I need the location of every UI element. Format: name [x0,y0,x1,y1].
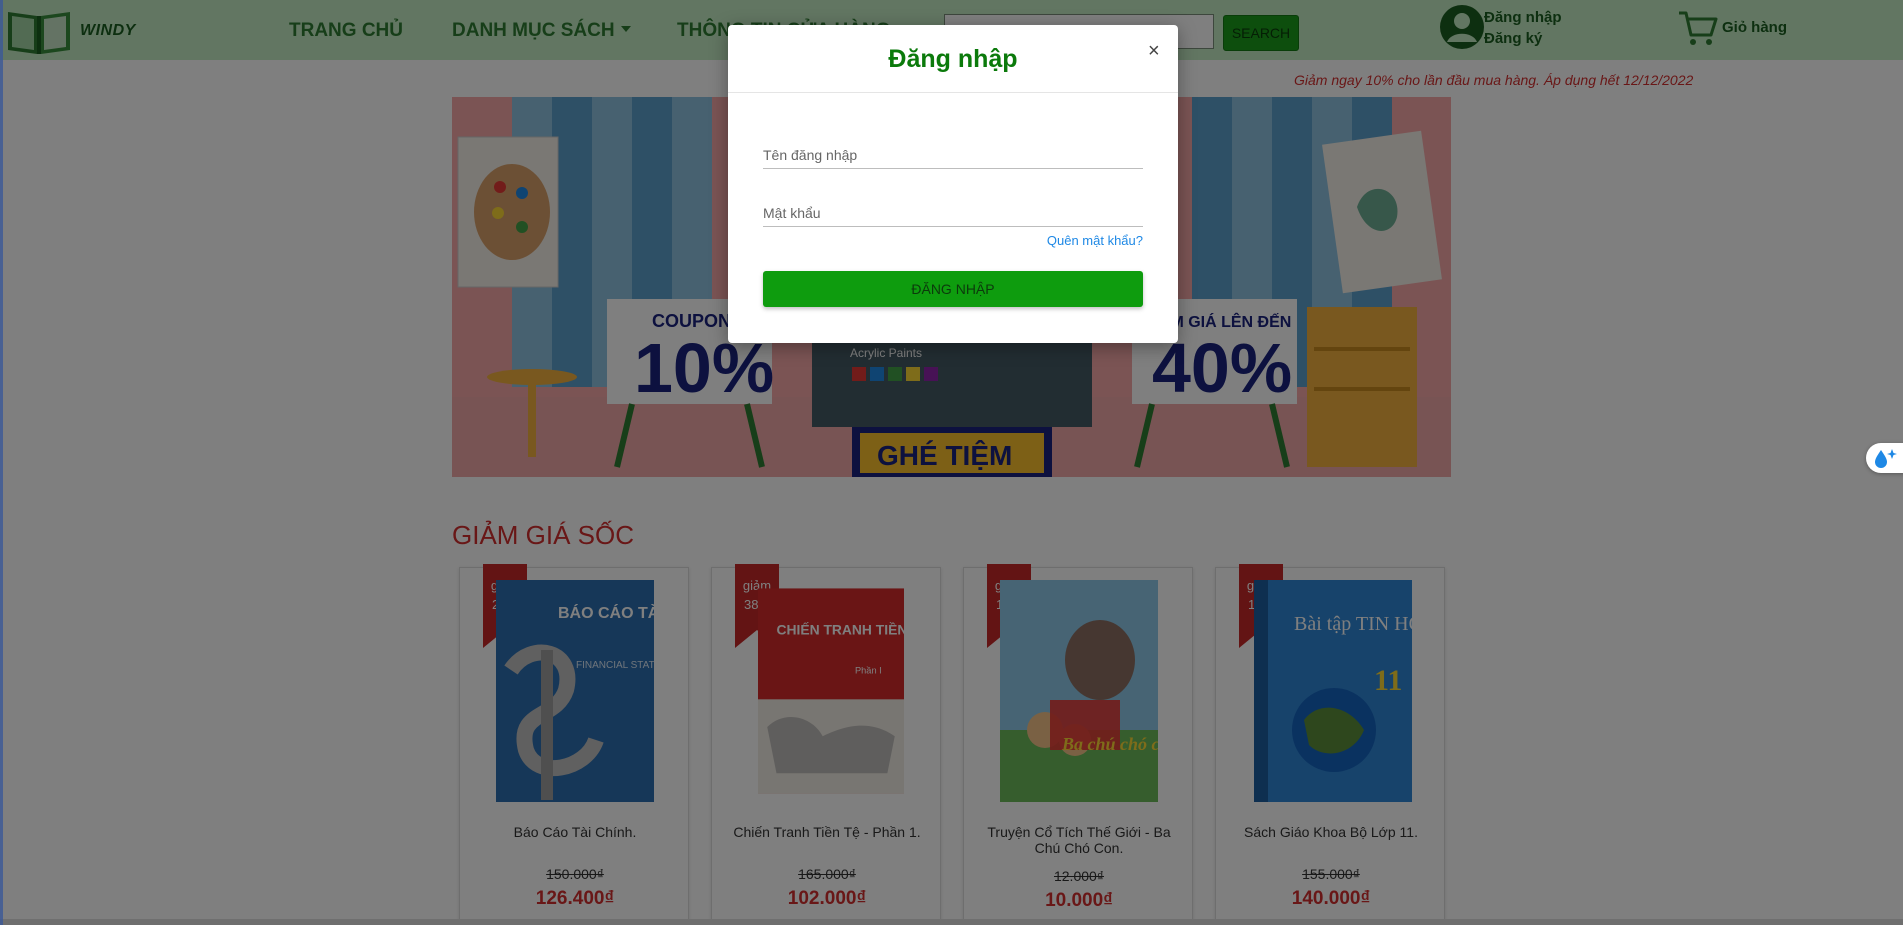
login-modal: Đăng nhập × Quên mật khẩu? ĐĂNG NHẬP [728,25,1178,343]
login-submit-button[interactable]: ĐĂNG NHẬP [763,271,1143,307]
modal-header: Đăng nhập × [728,25,1178,93]
password-field[interactable] [763,199,1143,227]
forgot-password-link[interactable]: Quên mật khẩu? [728,233,1143,248]
modal-title: Đăng nhập [888,45,1018,73]
close-icon[interactable]: × [1148,41,1160,61]
sparkle-drop-icon [1875,449,1897,468]
side-widget[interactable] [1866,443,1903,473]
window-edge [0,0,3,925]
username-field[interactable] [763,141,1143,169]
